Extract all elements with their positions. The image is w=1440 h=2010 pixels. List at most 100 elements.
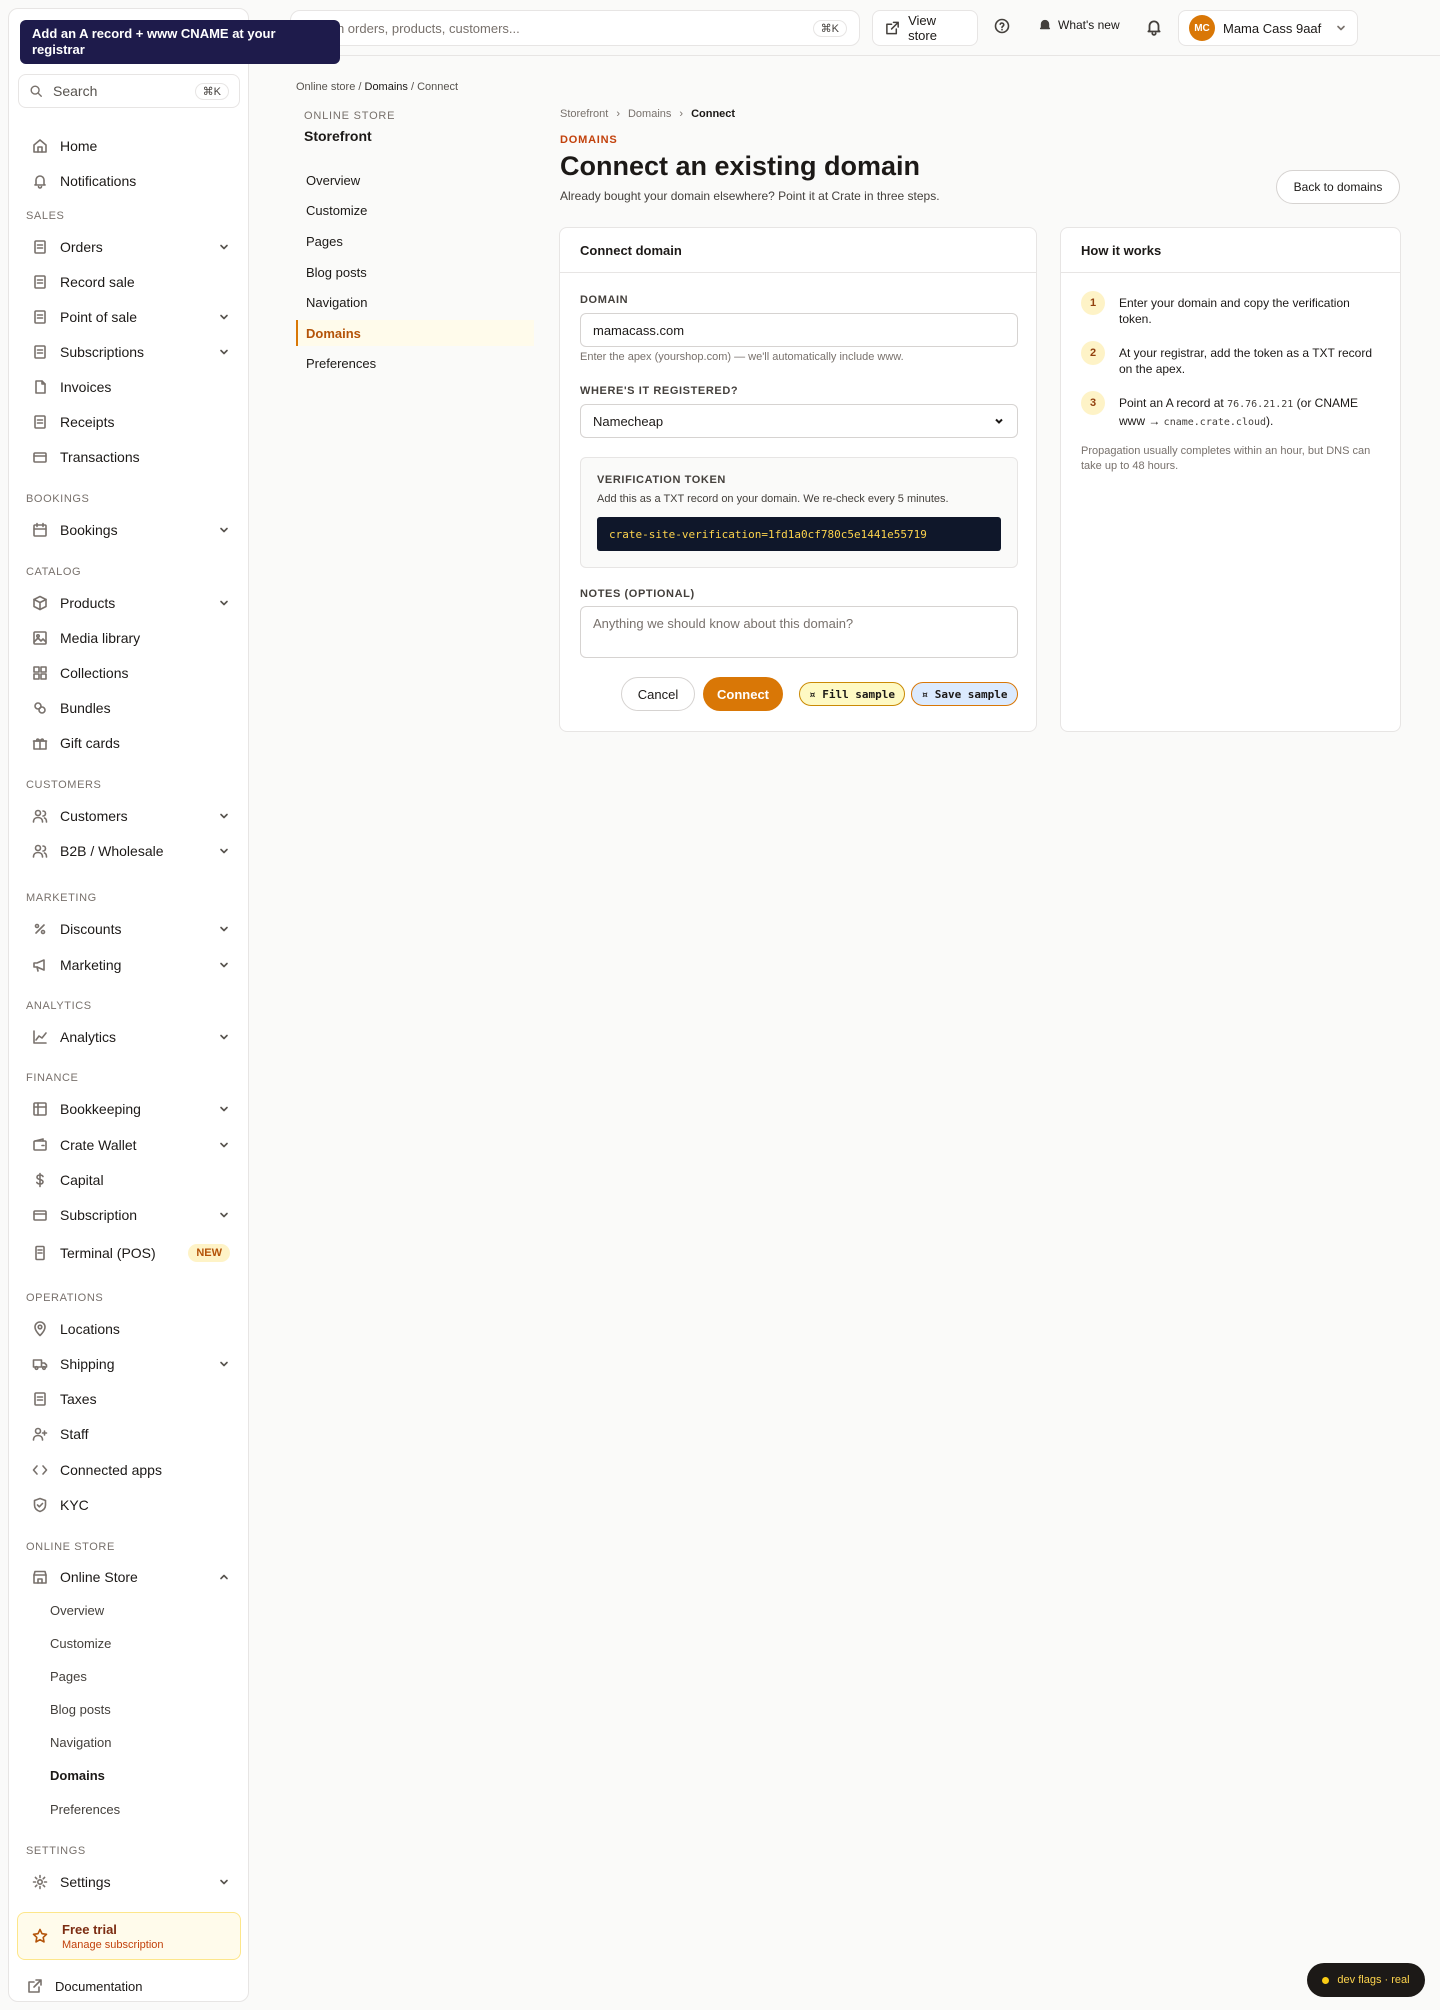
notes-textarea[interactable]: Anything we should know about this domai… [580,606,1018,658]
map-pin-icon [34,1321,46,1337]
fill-sample-button[interactable]: ¤ Fill sample [799,682,905,706]
token-label: VERIFICATION TOKEN [597,474,726,486]
step-text-part: ). [1266,414,1274,428]
view-store-button[interactable]: View store [872,10,978,46]
sidebar-item-analytics[interactable]: Analytics [18,1022,240,1052]
sidebar-subitem-customize[interactable]: Customize [50,1636,111,1651]
sidebar-item-marketing[interactable]: Marketing [18,950,240,980]
sidebar-item-customers[interactable]: Customers [18,801,240,831]
breadcrumb-online-store[interactable]: Online store [296,81,355,93]
verification-token[interactable]: crate-site-verification=1fd1a0cf780c5e14… [597,517,1001,551]
sidebar-subitem-preferences[interactable]: Preferences [50,1802,120,1817]
sidebar-item-capital[interactable]: Capital [18,1165,240,1195]
store-icon [33,1570,47,1584]
documentation-link[interactable]: Documentation [27,1978,142,1994]
sidebar-item-notifications[interactable]: Notifications [18,166,240,196]
sidebar-item-bundles[interactable]: Bundles [18,693,240,723]
sidebar-item-b2b[interactable]: B2B / Wholesale [18,836,240,866]
credit-card-icon [33,1210,47,1221]
sidebar-item-bookings[interactable]: Bookings [18,515,240,545]
sidebar-item-label: KYC [60,1497,89,1513]
back-to-domains-button[interactable]: Back to domains [1276,170,1400,204]
help-button[interactable] [994,18,1010,34]
registrar-selected: Namecheap [593,413,664,429]
page-title: Connect an existing domain [560,151,921,181]
sidebar-item-home[interactable]: Home [18,131,240,161]
sidebar-subitem-navigation[interactable]: Navigation [50,1735,111,1750]
secondary-nav-preferences[interactable]: Preferences [296,350,534,376]
sidebar-item-terminal[interactable]: Terminal (POS) NEW [18,1238,240,1268]
sidebar-item-receipts[interactable]: Receipts [18,407,240,437]
sidebar-item-label: Products [60,595,116,611]
sidebar-item-discounts[interactable]: Discounts [18,914,240,944]
sidebar-item-point-of-sale[interactable]: Point of sale [18,302,240,332]
manage-subscription-link[interactable]: Manage subscription [62,1939,164,1951]
sidebar-item-settings[interactable]: Settings [18,1867,240,1897]
breadcrumb-storefront[interactable]: Storefront [560,108,608,120]
sidebar-item-connected-apps[interactable]: Connected apps [18,1455,240,1485]
sidebar-subitem-pages[interactable]: Pages [50,1669,87,1684]
page-eyebrow: DOMAINS [560,134,618,146]
chevron-down-icon [220,1142,228,1148]
bundle-icon [34,702,46,714]
connect-button[interactable]: Connect [703,677,783,711]
sidebar-subitem-overview[interactable]: Overview [50,1603,104,1618]
whats-new-button[interactable]: What's new [1038,18,1120,32]
sidebar-item-products[interactable]: Products [18,588,240,618]
sidebar-item-label: Analytics [60,1029,117,1045]
users-icon [32,809,48,823]
save-sample-button[interactable]: ¤ Save sample [911,682,1018,706]
cancel-button[interactable]: Cancel [621,677,695,711]
secondary-nav-navigation[interactable]: Navigation [296,289,534,315]
code-icon [32,1465,48,1475]
sidebar-search-kbd: ⌘K [194,82,229,100]
sidebar-item-staff[interactable]: Staff [18,1419,240,1449]
free-trial-card[interactable]: Free trial Manage subscription [17,1912,241,1960]
breadcrumb-domains[interactable]: Domains [628,108,671,120]
dev-flags-button[interactable]: dev flags · real [1307,1963,1425,1997]
sidebar-search-label: Search [53,83,98,99]
sidebar-item-record-sale[interactable]: Record sale [18,267,240,297]
sidebar-subitem-domains[interactable]: Domains [50,1768,105,1783]
breadcrumb-domains[interactable]: Domains [365,81,408,93]
sidebar-item-locations[interactable]: Locations [18,1314,240,1344]
secondary-nav-blog-posts[interactable]: Blog posts [296,259,534,285]
sidebar-subitem-blog-posts[interactable]: Blog posts [50,1702,111,1717]
secondary-nav-pages[interactable]: Pages [296,228,534,254]
notes-label: NOTES (OPTIONAL) [580,588,695,600]
account-menu[interactable]: MC Mama Cass 9aaf [1178,10,1358,46]
sidebar-item-media-library[interactable]: Media library [18,623,240,653]
sidebar-item-label: B2B / Wholesale [60,843,164,859]
secondary-nav-domains[interactable]: Domains [296,320,534,346]
sidebar-search[interactable]: Search ⌘K [18,74,240,108]
sidebar-item-collections[interactable]: Collections [18,658,240,688]
gear-icon [32,1874,48,1890]
sidebar-item-crate-wallet[interactable]: Crate Wallet [18,1130,240,1160]
sidebar-item-subscription[interactable]: Subscription [18,1200,240,1230]
secondary-nav-customize[interactable]: Customize [296,197,534,223]
sidebar-item-transactions[interactable]: Transactions [18,442,240,472]
domain-input[interactable]: mamacass.com [580,313,1018,347]
grid-icon [33,666,47,680]
shield-check-icon [33,1497,47,1513]
sidebar-item-online-store[interactable]: Online Store [18,1562,240,1592]
global-search-input[interactable]: Search orders, products, customers... ⌘K [290,10,860,46]
sidebar-item-bookkeeping[interactable]: Bookkeeping [18,1094,240,1124]
chevron-down-icon [220,349,228,355]
chevron-down-icon [220,600,228,606]
sidebar-item-taxes[interactable]: Taxes [18,1384,240,1414]
secondary-nav-overview[interactable]: Overview [296,167,534,193]
sidebar-item-invoices[interactable]: Invoices [18,372,240,402]
sidebar-item-kyc[interactable]: KYC [18,1490,240,1520]
registrar-select[interactable]: Namecheap [580,404,1018,438]
step-2: 2 At your registrar, add the token as a … [1081,341,1381,377]
notifications-button[interactable] [1145,18,1163,36]
sidebar-item-gift-cards[interactable]: Gift cards [18,728,240,758]
sidebar-item-shipping[interactable]: Shipping [18,1349,240,1379]
chevron-down-icon [220,1361,228,1367]
chart-icon [33,1030,47,1044]
sidebar-item-orders[interactable]: Orders [18,232,240,262]
section-label-sales: SALES [26,210,65,222]
sidebar-item-subscriptions[interactable]: Subscriptions [18,337,240,367]
breadcrumb-sep: / [358,81,362,93]
